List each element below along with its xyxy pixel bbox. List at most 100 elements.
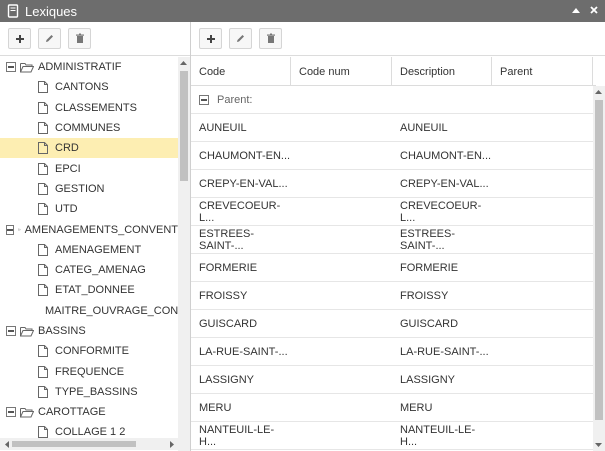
table-row[interactable]: LASSIGNY LASSIGNY bbox=[191, 366, 593, 394]
document-icon bbox=[38, 365, 48, 378]
cell-description: AUNEUIL bbox=[400, 121, 448, 134]
tree-category-amenagements[interactable]: AMENAGEMENTS_CONVENT bbox=[0, 219, 178, 239]
tree-category-bassins[interactable]: BASSINS bbox=[0, 321, 178, 341]
tree-item-label: MAITRE_OUVRAGE_CON bbox=[45, 304, 178, 317]
document-icon bbox=[38, 182, 48, 195]
cell-code: CREVECOEUR-L... bbox=[199, 199, 281, 224]
close-button[interactable] bbox=[589, 4, 599, 16]
tree-item-crd[interactable]: CRD bbox=[0, 138, 178, 159]
table-row[interactable]: CREPY-EN-VAL... CREPY-EN-VAL... bbox=[191, 170, 593, 198]
tree-item-label: AMENAGEMENT bbox=[55, 243, 142, 256]
tree-item-utd[interactable]: UTD bbox=[0, 199, 178, 219]
tree-item-communes[interactable]: COMMUNES bbox=[0, 118, 178, 138]
scrollbar-thumb[interactable] bbox=[12, 441, 136, 447]
tree-item-gestion[interactable]: GESTION bbox=[0, 179, 178, 199]
scrollbar-thumb[interactable] bbox=[180, 71, 188, 181]
tree-item-label: COLLAGE 1 2 bbox=[55, 426, 126, 439]
column-header-description[interactable]: Description bbox=[392, 57, 492, 86]
delete-button[interactable] bbox=[68, 28, 91, 49]
lexicon-values-panel: Code Code num Description Parent Parent:… bbox=[191, 22, 605, 451]
tree-category-carottage[interactable]: CAROTTAGE bbox=[0, 402, 178, 422]
tree-item-frequence[interactable]: FREQUENCE bbox=[0, 361, 178, 381]
cell-code: CREPY-EN-VAL... bbox=[199, 177, 288, 190]
document-icon bbox=[38, 101, 48, 114]
add-button[interactable] bbox=[8, 28, 31, 49]
scrollbar-thumb[interactable] bbox=[595, 100, 603, 420]
scroll-up-icon[interactable] bbox=[593, 87, 604, 97]
cell-code: AUNEUIL bbox=[199, 121, 247, 134]
plus-icon bbox=[206, 34, 215, 43]
scroll-right-icon[interactable] bbox=[166, 439, 177, 449]
folder-open-icon bbox=[20, 62, 34, 73]
pencil-icon bbox=[46, 35, 53, 42]
tree-item-maitre-ouvrage[interactable]: MAITRE_OUVRAGE_CON bbox=[0, 301, 178, 321]
folder-open-icon bbox=[18, 228, 21, 231]
document-icon bbox=[38, 284, 48, 297]
edit-button[interactable] bbox=[229, 28, 252, 49]
tree-item-etat-donnee[interactable]: ETAT_DONNEE bbox=[0, 280, 178, 300]
column-header-code-num[interactable]: Code num bbox=[291, 57, 392, 86]
grid-toolbar bbox=[191, 22, 605, 56]
close-icon bbox=[590, 6, 598, 14]
collapse-toggle-icon[interactable] bbox=[6, 224, 14, 235]
cell-description: FROISSY bbox=[400, 289, 449, 302]
collapse-button[interactable] bbox=[571, 4, 581, 16]
collapse-toggle-icon[interactable] bbox=[6, 62, 16, 73]
tree-item-conformite[interactable]: CONFORMITE bbox=[0, 341, 178, 361]
document-icon bbox=[38, 426, 48, 439]
cell-description: GUISCARD bbox=[400, 317, 459, 330]
scroll-left-icon[interactable] bbox=[1, 439, 12, 449]
caret-up-icon bbox=[572, 8, 580, 13]
book-icon bbox=[7, 4, 19, 18]
delete-button[interactable] bbox=[259, 28, 282, 49]
grid-vertical-scrollbar[interactable] bbox=[593, 86, 605, 451]
document-icon bbox=[38, 385, 48, 398]
column-header-code[interactable]: Code bbox=[191, 57, 291, 86]
folder-open-icon bbox=[20, 326, 34, 336]
tree-item-label: TYPE_BASSINS bbox=[55, 385, 138, 398]
collapse-toggle-icon[interactable] bbox=[6, 407, 16, 418]
scroll-down-icon[interactable] bbox=[593, 440, 604, 450]
tree-item-type-bassins[interactable]: TYPE_BASSINS bbox=[0, 382, 178, 402]
trash-icon bbox=[75, 33, 84, 43]
table-row[interactable]: NANTEUIL-LE-H... NANTEUIL-LE-H... bbox=[191, 422, 593, 450]
tree-item-categ-amenag[interactable]: CATEG_AMENAG bbox=[0, 260, 178, 280]
table-row[interactable]: LA-RUE-SAINT-... LA-RUE-SAINT-... bbox=[191, 338, 593, 366]
column-header-parent[interactable]: Parent bbox=[492, 57, 593, 86]
folder-open-icon bbox=[20, 407, 34, 418]
cell-description: LA-RUE-SAINT-... bbox=[400, 345, 489, 358]
group-row[interactable]: Parent: bbox=[191, 86, 593, 114]
table-row[interactable]: GUISCARD GUISCARD bbox=[191, 310, 593, 338]
cell-code: LA-RUE-SAINT-... bbox=[199, 345, 288, 358]
table-row[interactable]: MERU MERU bbox=[191, 394, 593, 422]
collapse-toggle-icon[interactable] bbox=[199, 94, 209, 105]
window-title: Lexiques bbox=[25, 3, 78, 19]
tree-category-administratif[interactable]: ADMINISTRATIF bbox=[0, 57, 178, 77]
table-row[interactable]: CHAUMONT-EN... CHAUMONT-EN... bbox=[191, 142, 593, 170]
tree-item-label: FREQUENCE bbox=[55, 365, 125, 378]
collapse-toggle-icon[interactable] bbox=[6, 326, 16, 336]
tree-item-classements[interactable]: CLASSEMENTS bbox=[0, 98, 178, 118]
scroll-up-icon[interactable] bbox=[178, 58, 189, 68]
table-row[interactable]: FROISSY FROISSY bbox=[191, 282, 593, 310]
table-row[interactable]: ESTREES-SAINT-... ESTREES-SAINT-... bbox=[191, 226, 593, 254]
cell-code: FROISSY bbox=[199, 289, 248, 302]
cell-code: NANTEUIL-LE-H... bbox=[199, 423, 275, 448]
tree-item-label: CRD bbox=[55, 142, 79, 155]
plus-icon bbox=[15, 34, 24, 43]
tree-vertical-scrollbar[interactable] bbox=[178, 57, 190, 451]
tree-item-cantons[interactable]: CANTONS bbox=[0, 77, 178, 97]
cell-code: CHAUMONT-EN... bbox=[199, 149, 291, 162]
add-button[interactable] bbox=[199, 28, 222, 49]
tree-item-epci[interactable]: EPCI bbox=[0, 158, 178, 178]
tree-item-label: CLASSEMENTS bbox=[55, 101, 137, 114]
table-row[interactable]: CREVECOEUR-L... CREVECOEUR-L... bbox=[191, 198, 593, 226]
table-row[interactable]: AUNEUIL AUNEUIL bbox=[191, 114, 593, 142]
table-row[interactable]: FORMERIE FORMERIE bbox=[191, 254, 593, 282]
tree-item-amenagement[interactable]: AMENAGEMENT bbox=[0, 240, 178, 260]
cell-code: MERU bbox=[199, 401, 232, 414]
tree-horizontal-scrollbar[interactable] bbox=[0, 438, 178, 450]
cell-code: FORMERIE bbox=[199, 261, 258, 274]
grid-header: Code Code num Description Parent bbox=[191, 57, 596, 86]
edit-button[interactable] bbox=[38, 28, 61, 49]
